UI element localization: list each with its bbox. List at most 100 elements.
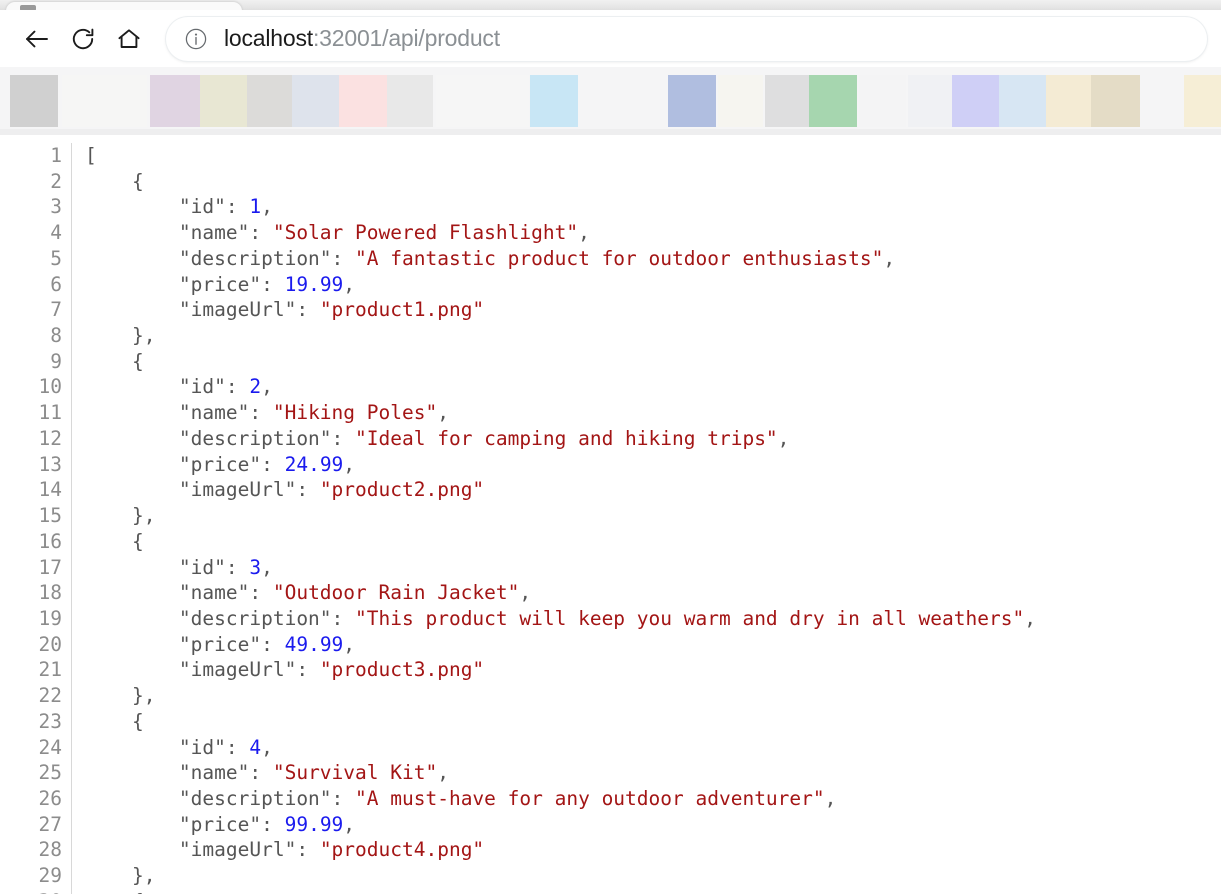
code-token-n: 49.99 [284,632,344,656]
code-token-p: , [261,195,273,219]
line-number: 12 [38,426,62,450]
line-number: 5 [50,246,62,270]
line-number: 24 [38,735,62,759]
code-token-p: , [261,375,273,399]
bookmark-item[interactable] [1184,75,1221,127]
address-bar-text[interactable]: localhost:32001/api/product [224,25,500,52]
code-line[interactable]: "description": "A must-have for any outd… [85,786,1036,812]
bookmark-item[interactable] [668,75,716,127]
code-line[interactable]: "imageUrl": "product2.png" [85,477,1036,503]
code-token-k: "description": [85,786,356,810]
code-line[interactable]: "name": "Solar Powered Flashlight", [85,220,1036,246]
browser-window: localhost:32001/api/product 1 2 3 4 5 6 7 8 9 10 1… [0,0,1221,894]
bookmark-item[interactable] [150,75,200,127]
code-line[interactable]: "price": 49.99, [85,632,1036,658]
code-line[interactable]: { [85,889,1036,894]
line-number: 15 [38,504,62,528]
line-number: 8 [50,324,62,348]
code-line[interactable]: "description": "Ideal for camping and hi… [85,426,1036,452]
browser-tab[interactable] [6,2,242,10]
json-viewer[interactable]: 1 2 3 4 5 6 7 8 9 10 11 12 13 14 15 16 17 18 19 20 21 22 23 24 2… [0,135,1221,894]
code-line[interactable]: { [85,529,1036,555]
code-line[interactable]: "imageUrl": "product4.png" [85,837,1036,863]
line-number: 4 [50,221,62,245]
bookmark-item[interactable] [200,75,247,127]
bookmark-item[interactable] [530,75,578,127]
bookmark-item[interactable] [1046,75,1091,127]
bookmark-item[interactable] [339,75,387,127]
code-line[interactable]: "description": "This product will keep y… [85,606,1036,632]
line-number: 11 [38,401,62,425]
code-token-p: , [519,581,532,605]
code-line[interactable]: "id": 3, [85,555,1036,581]
code-token-n: 24.99 [284,452,344,476]
reload-button[interactable] [60,19,106,59]
back-button[interactable] [14,19,60,59]
bookmark-item[interactable] [10,75,58,127]
code-line[interactable]: "name": "Hiking Poles", [85,400,1036,426]
bookmark-item[interactable] [809,75,857,127]
bookmark-item[interactable] [908,75,952,127]
home-button[interactable] [106,19,152,59]
bookmark-item[interactable] [999,75,1046,127]
line-number: 23 [38,709,62,733]
bookmark-item[interactable] [1091,75,1140,127]
code-line[interactable]: "id": 4, [85,735,1036,761]
code-line[interactable]: { [85,709,1036,735]
line-number: 6 [50,272,62,296]
code-token-s: "product2.png" [319,478,485,502]
code-token-k: "description": [85,246,356,270]
bookmark-item[interactable] [952,75,999,127]
code-line[interactable]: }, [85,683,1036,709]
code-token-p: , [883,246,896,270]
code-line[interactable]: [ [85,143,1036,169]
bookmark-item[interactable] [436,75,529,127]
code-line[interactable]: "name": "Survival Kit", [85,760,1036,786]
code-line[interactable]: "id": 2, [85,374,1036,400]
code-token-k: "price": [85,632,285,656]
bookmark-item[interactable] [580,75,666,127]
code-token-n: 3 [249,555,262,579]
code-token-p: { [85,709,144,733]
code-line[interactable]: }, [85,503,1036,529]
code-token-s: "product3.png" [319,658,485,682]
code-line[interactable]: "price": 24.99, [85,452,1036,478]
code-token-k: "imageUrl": [85,838,320,862]
bookmark-item[interactable] [62,75,147,127]
bookmark-item[interactable] [247,75,292,127]
line-number: 14 [38,478,62,502]
url-path: :32001/api/product [312,25,500,51]
line-number: 26 [38,786,62,810]
code-token-p: }, [85,864,156,888]
bookmark-item[interactable] [1140,75,1184,127]
code-line[interactable]: }, [85,863,1036,889]
code-token-k: "imageUrl": [85,658,320,682]
bookmark-item[interactable] [859,75,906,127]
code-line[interactable]: { [85,169,1036,195]
code-line[interactable]: "imageUrl": "product1.png" [85,297,1036,323]
bookmarks-bar[interactable] [0,67,1221,136]
code-line[interactable]: "description": "A fantastic product for … [85,246,1036,272]
line-number: 19 [38,606,62,630]
bookmark-item[interactable] [387,75,433,127]
code-token-p: , [343,812,356,836]
code-line[interactable]: "imageUrl": "product3.png" [85,657,1036,683]
code-line[interactable]: "name": "Outdoor Rain Jacket", [85,580,1036,606]
code-line[interactable]: { [85,349,1036,375]
json-code-content[interactable]: [ { "id": 1, "name": "Solar Powered Flas… [85,143,1036,894]
line-number: 21 [38,658,62,682]
bookmark-item[interactable] [718,75,763,127]
code-line[interactable]: }, [85,323,1036,349]
code-token-p: { [85,169,144,193]
bookmark-item[interactable] [292,75,339,127]
line-number-gutter: 1 2 3 4 5 6 7 8 9 10 11 12 13 14 15 16 17 18 19 20 21 22 23 24 2… [0,143,72,894]
bookmark-item[interactable] [765,75,809,127]
code-token-k: "price": [85,812,285,836]
address-bar[interactable]: localhost:32001/api/product [166,16,1207,61]
code-line[interactable]: "price": 19.99, [85,272,1036,298]
line-number: 7 [50,298,62,322]
info-circle-icon[interactable] [182,25,210,53]
code-token-n: 2 [249,375,262,399]
code-line[interactable]: "id": 1, [85,194,1036,220]
code-line[interactable]: "price": 99.99, [85,812,1036,838]
